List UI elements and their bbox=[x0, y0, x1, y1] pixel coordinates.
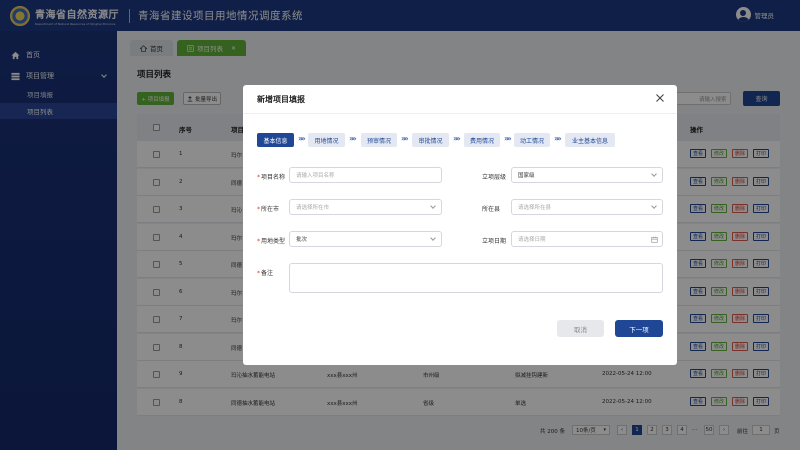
required-mark: * bbox=[257, 206, 260, 213]
approval-level-label: 立项层级 bbox=[482, 174, 507, 181]
required-mark: * bbox=[257, 238, 260, 245]
city-select[interactable]: 请选择所在市 bbox=[289, 199, 442, 215]
county-select[interactable]: 请选择所在县 bbox=[511, 199, 663, 215]
close-icon[interactable] bbox=[655, 93, 665, 103]
step-arrow-icon: »» bbox=[401, 134, 409, 143]
chevron-down-icon bbox=[651, 171, 657, 177]
label-text: 备注 bbox=[261, 270, 274, 277]
approval-level-select[interactable]: 国家级 bbox=[511, 167, 663, 183]
label-text: 项目名称 bbox=[261, 174, 286, 181]
project-name-input[interactable]: 请输入项目名称 bbox=[289, 167, 442, 183]
calendar-icon bbox=[651, 236, 658, 243]
chevron-down-icon bbox=[651, 203, 657, 209]
approval-date-picker[interactable]: 请选择日期 bbox=[511, 231, 663, 247]
required-mark: * bbox=[257, 270, 260, 277]
step-basic-info[interactable]: 基本信息 bbox=[257, 133, 294, 147]
select-value: 国家级 bbox=[518, 173, 535, 179]
select-placeholder: 请选择所在市 bbox=[296, 205, 330, 211]
step-arrow-icon: »» bbox=[504, 134, 512, 143]
land-type-select[interactable]: 批次 bbox=[289, 231, 442, 247]
step-costs[interactable]: 费用情况 bbox=[464, 133, 500, 147]
chevron-down-icon bbox=[430, 203, 436, 209]
step-arrow-icon: »» bbox=[298, 134, 306, 143]
step-approval[interactable]: 审批情况 bbox=[412, 133, 449, 147]
city-label: *所在市 bbox=[257, 204, 279, 213]
required-mark: * bbox=[257, 174, 260, 181]
approval-date-label: 立项日期 bbox=[482, 238, 507, 245]
step-arrow-icon: »» bbox=[453, 134, 461, 143]
select-value: 批次 bbox=[296, 237, 308, 243]
step-arrow-icon: »» bbox=[349, 134, 357, 143]
remarks-textarea[interactable] bbox=[289, 263, 663, 293]
step-construction[interactable]: 动工情况 bbox=[514, 133, 550, 147]
select-placeholder: 请选择所在县 bbox=[518, 205, 552, 211]
county-label: 所在县 bbox=[482, 206, 501, 213]
remarks-label: *备注 bbox=[257, 268, 273, 277]
date-placeholder: 请选择日期 bbox=[518, 237, 546, 243]
step-owner-info[interactable]: 业主基本信息 bbox=[565, 133, 615, 147]
step-land-use[interactable]: 用地情况 bbox=[308, 133, 345, 147]
step-pre-review[interactable]: 预审情况 bbox=[361, 133, 397, 147]
step-arrow-icon: »» bbox=[554, 134, 562, 143]
label-text: 用地类型 bbox=[261, 238, 286, 245]
chevron-down-icon bbox=[430, 235, 436, 241]
next-step-button[interactable]: 下一项 bbox=[615, 320, 663, 337]
new-project-dialog: 新增项目填报 基本信息 »» 用地情况 »» 预审情况 »» 审批情况 »» 费… bbox=[243, 85, 677, 365]
land-type-label: *用地类型 bbox=[257, 236, 285, 245]
dialog-divider bbox=[243, 113, 677, 114]
cancel-button[interactable]: 取消 bbox=[557, 320, 604, 337]
project-name-label: *项目名称 bbox=[257, 172, 285, 181]
dialog-title: 新增项目填报 bbox=[257, 95, 305, 104]
label-text: 所在市 bbox=[261, 206, 280, 213]
